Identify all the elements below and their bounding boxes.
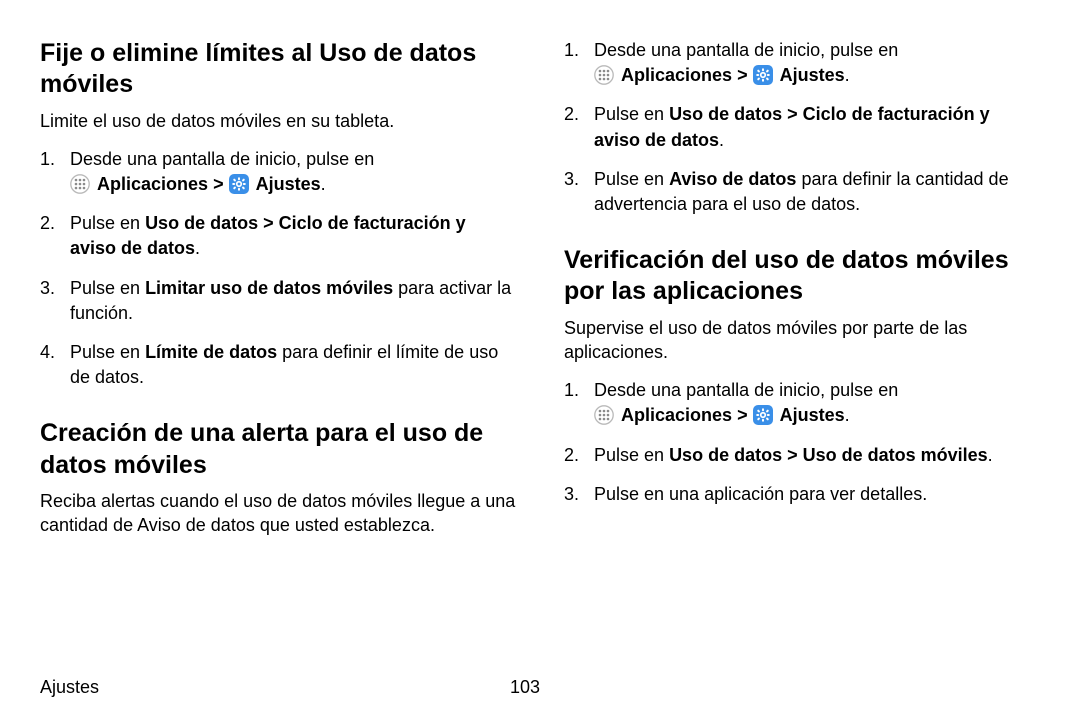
period: .: [321, 174, 326, 194]
step-text: Desde una pantalla de inicio, pulse en: [594, 380, 898, 400]
label-aplicaciones: Aplicaciones: [97, 174, 208, 194]
intro-create-alert: Reciba alertas cuando el uso de datos mó…: [40, 489, 516, 538]
step-text: Pulse en: [70, 278, 145, 298]
apps-icon: [70, 174, 90, 194]
step-item: Pulse en Uso de datos > Ciclo de factura…: [564, 102, 1040, 152]
step-text: Pulse en: [594, 169, 669, 189]
step-bold: Uso de datos > Uso de datos móviles: [669, 445, 988, 465]
step-item: Pulse en Uso de datos > Uso de datos móv…: [564, 443, 1040, 468]
steps-verify-usage: Desde una pantalla de inicio, pulse en A…: [564, 378, 1040, 507]
right-column: Desde una pantalla de inicio, pulse en A…: [564, 38, 1040, 551]
intro-verify-usage: Supervise el uso de datos móviles por pa…: [564, 316, 1040, 365]
step-item: Pulse en una aplicación para ver detalle…: [564, 482, 1040, 507]
apps-icon: [594, 405, 614, 425]
chevron: >: [737, 405, 753, 425]
step-item: Pulse en Límite de datos para definir el…: [40, 340, 516, 390]
gear-icon: [229, 174, 249, 194]
step-text: Pulse en: [70, 213, 145, 233]
step-item: Pulse en Limitar uso de datos móviles pa…: [40, 276, 516, 326]
left-column: Fije o elimine límites al Uso de datos m…: [40, 38, 516, 551]
period: .: [195, 238, 200, 258]
heading-verify-usage: Verificación del uso de datos móviles po…: [564, 245, 1040, 308]
page-columns: Fije o elimine límites al Uso de datos m…: [40, 38, 1040, 551]
step-item: Desde una pantalla de inicio, pulse en A…: [40, 147, 516, 197]
chevron: >: [737, 65, 753, 85]
step-text: Pulse en: [594, 445, 669, 465]
period: .: [845, 405, 850, 425]
period: .: [845, 65, 850, 85]
footer-section: Ajustes: [40, 677, 99, 698]
page-footer: Ajustes 103: [40, 677, 1040, 698]
period: .: [719, 130, 724, 150]
gear-icon: [753, 405, 773, 425]
step-bold: Límite de datos: [145, 342, 277, 362]
step-bold: Aviso de datos: [669, 169, 796, 189]
step-item: Pulse en Aviso de datos para definir la …: [564, 167, 1040, 217]
label-ajustes: Ajustes: [780, 65, 845, 85]
step-bold: Limitar uso de datos móviles: [145, 278, 393, 298]
step-text: Pulse en: [594, 104, 669, 124]
steps-create-alert: Desde una pantalla de inicio, pulse en A…: [564, 38, 1040, 217]
chevron: >: [213, 174, 229, 194]
label-ajustes: Ajustes: [780, 405, 845, 425]
apps-icon: [594, 65, 614, 85]
step-text: Pulse en: [70, 342, 145, 362]
step-item: Pulse en Uso de datos > Ciclo de factura…: [40, 211, 516, 261]
step-item: Desde una pantalla de inicio, pulse en A…: [564, 38, 1040, 88]
label-ajustes: Ajustes: [256, 174, 321, 194]
intro-set-limits: Limite el uso de datos móviles en su tab…: [40, 109, 516, 133]
label-aplicaciones: Aplicaciones: [621, 405, 732, 425]
step-text: Desde una pantalla de inicio, pulse en: [594, 40, 898, 60]
step-text: Desde una pantalla de inicio, pulse en: [70, 149, 374, 169]
footer-page-number: 103: [510, 677, 540, 698]
heading-set-limits: Fije o elimine límites al Uso de datos m…: [40, 38, 516, 101]
gear-icon: [753, 65, 773, 85]
step-item: Desde una pantalla de inicio, pulse en A…: [564, 378, 1040, 428]
period: .: [988, 445, 993, 465]
step-text: Pulse en una aplicación para ver detalle…: [594, 484, 927, 504]
label-aplicaciones: Aplicaciones: [621, 65, 732, 85]
heading-create-alert: Creación de una alerta para el uso de da…: [40, 418, 516, 481]
steps-set-limits: Desde una pantalla de inicio, pulse en A…: [40, 147, 516, 391]
